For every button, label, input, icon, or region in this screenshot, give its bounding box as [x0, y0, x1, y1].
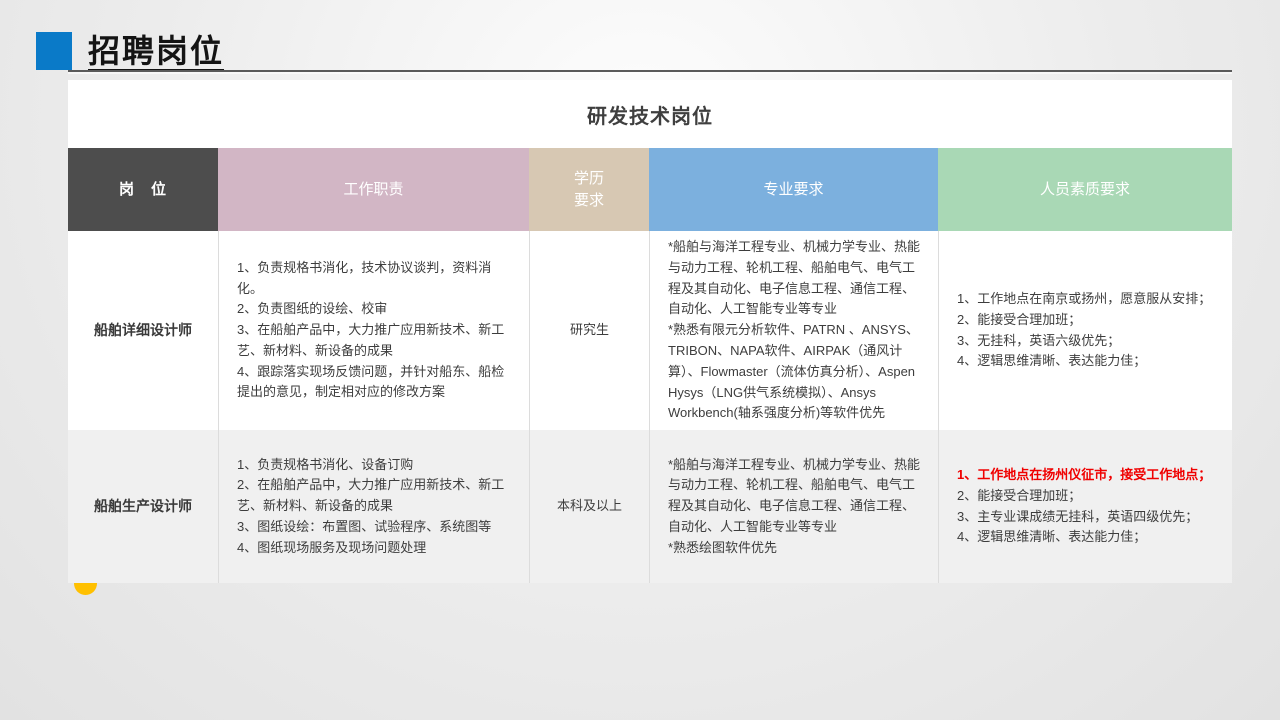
table-title: 研发技术岗位 — [68, 80, 1232, 148]
header-position: 岗 位 — [68, 148, 218, 231]
table-row: 船舶详细设计师 1、负责规格书消化，技术协议谈判，资料消化。 2、负责图纸的设绘… — [68, 231, 1232, 430]
cell-quality: 1、工作地点在南京或扬州，愿意服从安排； 2、能接受合理加班； 3、无挂科，英语… — [938, 231, 1232, 430]
cell-education: 本科及以上 — [529, 430, 649, 583]
header-education: 学历 要求 — [529, 148, 649, 231]
duties-text: 1、负责规格书消化、设备订购 2、在船舶产品中，大力推广应用新技术、新工艺、新材… — [219, 445, 529, 569]
header-quality: 人员素质要求 — [938, 148, 1232, 231]
cell-position: 船舶生产设计师 — [68, 430, 218, 583]
slide-title: 招聘岗位 — [88, 26, 224, 72]
duties-text: 1、负责规格书消化，技术协议谈判，资料消化。 2、负责图纸的设绘、校审 3、在船… — [219, 248, 529, 414]
cell-position: 船舶详细设计师 — [68, 231, 218, 430]
title-divider — [68, 70, 1232, 72]
table-header-row: 岗 位 工作职责 学历 要求 专业要求 人员素质要求 — [68, 148, 1232, 231]
quality-rest-text: 2、能接受合理加班； 3、主专业课成绩无挂科，英语四级优先； 4、逻辑思维清晰、… — [957, 488, 1198, 545]
quality-text: 1、工作地点在扬州仪征市，接受工作地点；2、能接受合理加班； 3、主专业课成绩无… — [939, 455, 1225, 558]
quality-highlight-text: 1、工作地点在扬州仪征市，接受工作地点； — [957, 465, 1211, 486]
cell-major: *船舶与海洋工程专业、机械力学专业、热能与动力工程、轮机工程、船舶电气、电气工程… — [649, 430, 938, 583]
major-text: *船舶与海洋工程专业、机械力学专业、热能与动力工程、轮机工程、船舶电气、电气工程… — [650, 445, 938, 569]
cell-education: 研究生 — [529, 231, 649, 430]
slide: 招聘岗位 研发技术岗位 岗 位 工作职责 学历 要求 专业要求 人员素质要求 船… — [0, 0, 1280, 720]
major-text: *船舶与海洋工程专业、机械力学专业、热能与动力工程、轮机工程、船舶电气、电气工程… — [650, 227, 938, 434]
cell-quality: 1、工作地点在扬州仪征市，接受工作地点；2、能接受合理加班； 3、主专业课成绩无… — [938, 430, 1232, 583]
header-duties: 工作职责 — [218, 148, 529, 231]
recruitment-table-panel: 研发技术岗位 岗 位 工作职责 学历 要求 专业要求 人员素质要求 船舶详细设计… — [68, 80, 1232, 583]
header-major: 专业要求 — [649, 148, 938, 231]
table-row: 船舶生产设计师 1、负责规格书消化、设备订购 2、在船舶产品中，大力推广应用新技… — [68, 430, 1232, 583]
quality-text: 1、工作地点在南京或扬州，愿意服从安排； 2、能接受合理加班； 3、无挂科，英语… — [939, 279, 1225, 382]
title-accent-square — [36, 32, 72, 70]
cell-duties: 1、负责规格书消化、设备订购 2、在船舶产品中，大力推广应用新技术、新工艺、新材… — [218, 430, 529, 583]
cell-major: *船舶与海洋工程专业、机械力学专业、热能与动力工程、轮机工程、船舶电气、电气工程… — [649, 231, 938, 430]
cell-duties: 1、负责规格书消化，技术协议谈判，资料消化。 2、负责图纸的设绘、校审 3、在船… — [218, 231, 529, 430]
